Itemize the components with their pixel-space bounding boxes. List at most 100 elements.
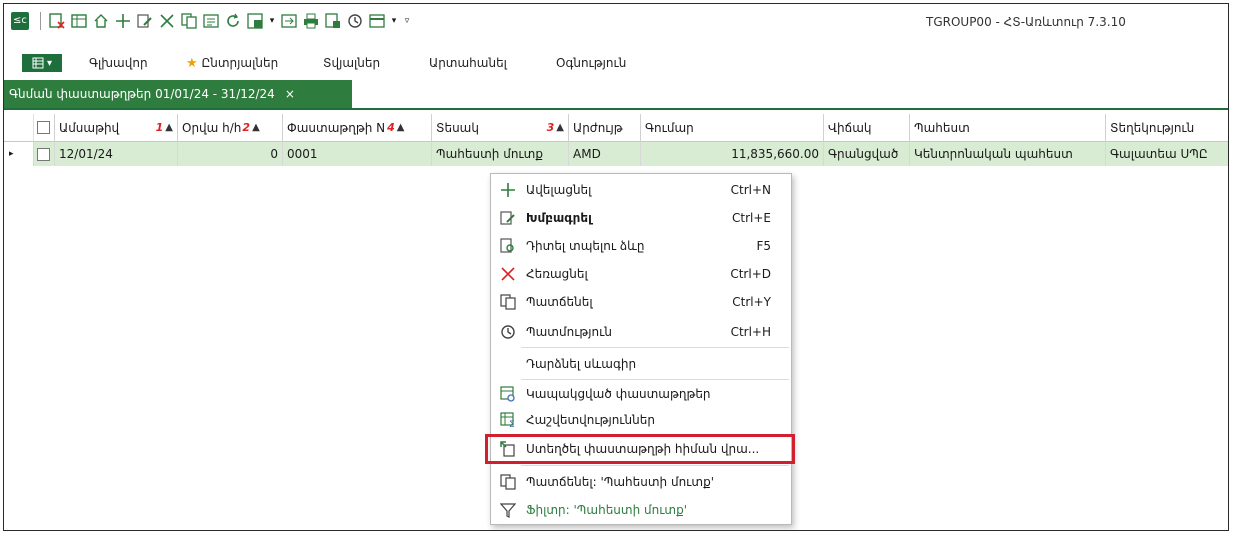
add-icon[interactable] — [113, 10, 133, 32]
window-title: TGROUP00 - ՀՏ-Առևտուր 7.3.10 — [926, 15, 1126, 29]
menu-item-main[interactable]: Գլխավոր — [89, 56, 148, 70]
row-indicator-header — [4, 114, 34, 142]
column-header-document-number[interactable]: Փաստաթղթի N 4 ▲ — [283, 114, 432, 142]
column-header-amount[interactable]: Գումար — [641, 114, 824, 142]
menu-item-make-draft[interactable]: Դարձնել սևագիր — [491, 350, 791, 378]
cell-info[interactable]: Գալատեա ՍՊԸ — [1106, 142, 1228, 166]
export-icon[interactable] — [279, 10, 299, 32]
menu-item-shortcut: F5 — [756, 239, 771, 253]
menu-item-help[interactable]: Օգնություն — [556, 56, 626, 70]
menu-item-favorites[interactable]: ★ Ընտրյալներ — [186, 56, 278, 71]
row-indicator-icon: ▸ — [4, 142, 34, 166]
history-icon — [499, 323, 517, 341]
menu-item-label: Դիտել տպելու ձևը — [526, 239, 645, 253]
menu-item-delete[interactable]: Հեռացնել Ctrl+D — [491, 260, 791, 288]
column-header-label: Ամսաթիվ — [59, 120, 120, 135]
close-x-icon[interactable] — [157, 10, 177, 32]
menu-item-print-preview[interactable]: Դիտել տպելու ձևը F5 — [491, 232, 791, 260]
calculations-icon: Σ — [499, 411, 517, 429]
column-header-day-number[interactable]: Օրվա հ/հ 2 ▲ — [178, 114, 283, 142]
row-select-cell[interactable] — [34, 142, 55, 166]
sort-ascending-icon: ▲ — [396, 122, 405, 133]
view-list-icon[interactable] — [367, 10, 387, 32]
tab-close-icon[interactable]: × — [285, 87, 295, 101]
menu-item-label: Դարձնել սևագիր — [526, 357, 637, 371]
home-icon[interactable] — [91, 10, 111, 32]
menu-item-edit[interactable]: Խմբագրել Ctrl+E — [491, 204, 791, 232]
cell-document-number[interactable]: 0001 — [283, 142, 432, 166]
row-checkbox[interactable] — [37, 147, 50, 161]
sort-order-badge: 3 — [546, 121, 555, 134]
column-header-label: Պահեստ — [914, 120, 970, 135]
select-all-checkbox[interactable] — [37, 121, 50, 134]
menu-item-history[interactable]: Պատմություն Ctrl+H — [491, 318, 791, 346]
sort-ascending-icon: ▲ — [556, 122, 564, 133]
title-bar: ≤c ▾ ▾ ▿ TGROUP00 - ՀՏ-Առևտուր 7.3.10 — [4, 4, 1228, 48]
menu-item-label: Կապակցված փաստաթղթեր — [526, 387, 711, 401]
cell-day-number[interactable]: 0 — [178, 142, 283, 166]
menu-item-data[interactable]: Տվյալներ — [323, 56, 380, 70]
filter-icon — [499, 501, 517, 519]
column-header-label: Տեսակ — [436, 120, 479, 135]
tab-label: Գնման փաստաթղթեր 01/01/24 - 31/12/24 — [9, 87, 275, 101]
star-icon: ★ — [186, 56, 198, 71]
copy-icon[interactable] — [179, 10, 199, 32]
sort-order-badge: 4 — [387, 121, 395, 134]
column-header-label: Արժույթ — [573, 120, 623, 135]
excel-icon[interactable] — [245, 10, 265, 32]
menu-item-export[interactable]: Արտահանել — [429, 56, 507, 70]
menu-item-shortcut: Ctrl+H — [730, 325, 771, 339]
cell-warehouse[interactable]: Կենտրոնական պահեստ — [910, 142, 1106, 166]
menu-item-shortcut: Ctrl+E — [732, 211, 771, 225]
column-header-status[interactable]: Վիճակ — [824, 114, 910, 142]
menu-item-shortcut: Ctrl+N — [730, 183, 771, 197]
dropdown-icon[interactable]: ▾ — [267, 10, 277, 32]
tab-purchase-documents[interactable]: Գնման փաստաթղթեր 01/01/24 - 31/12/24 × — [4, 80, 352, 108]
table-icon[interactable] — [69, 10, 89, 32]
column-header-warehouse[interactable]: Պահեստ — [910, 114, 1106, 142]
app-window: ≤c ▾ ▾ ▿ TGROUP00 - ՀՏ-Առևտուր 7.3.10 ▾ … — [3, 3, 1229, 531]
delete-icon — [499, 265, 517, 283]
refresh-icon[interactable] — [223, 10, 243, 32]
app-logo-icon[interactable]: ≤c — [11, 12, 29, 30]
menu-item-label: Ավելացնել — [526, 183, 592, 197]
sort-order-badge: 1 — [155, 121, 164, 134]
sort-ascending-icon: ▲ — [252, 122, 260, 133]
cell-status[interactable]: Գրանցված — [824, 142, 910, 166]
context-menu: Ավելացնել Ctrl+N Խմբագրել Ctrl+E Դիտել տ… — [490, 173, 792, 525]
copy-icon — [499, 293, 517, 311]
column-header-currency[interactable]: Արժույթ — [569, 114, 641, 142]
report-icon[interactable] — [201, 10, 221, 32]
preview-icon[interactable] — [323, 10, 343, 32]
cell-amount[interactable]: 11,835,660.00 — [641, 142, 824, 166]
cell-currency[interactable]: AMD — [569, 142, 641, 166]
sort-ascending-icon: ▲ — [165, 122, 173, 133]
column-header-type[interactable]: Տեսակ 3 ▲ — [432, 114, 569, 142]
column-header-label: Օրվա հ/հ — [182, 120, 242, 135]
select-all-header[interactable] — [34, 114, 55, 142]
column-header-date[interactable]: Ամսաթիվ 1 ▲ — [55, 114, 178, 142]
copy-value-icon — [499, 473, 517, 491]
menu-icon — [32, 57, 44, 69]
customize-toolbar-icon[interactable]: ▿ — [401, 10, 413, 32]
menu-separator — [521, 347, 789, 348]
history-icon[interactable] — [345, 10, 365, 32]
quick-access-toolbar: ▾ ▾ ▿ — [36, 10, 413, 32]
main-menu-button[interactable]: ▾ — [22, 54, 62, 72]
menu-item-add[interactable]: Ավելացնել Ctrl+N — [491, 176, 791, 204]
column-header-info[interactable]: Տեղեկություն — [1106, 114, 1228, 142]
menu-item-filter[interactable]: Ֆիլտր: 'Պահեստի մուտք' — [491, 496, 791, 524]
cell-date[interactable]: 12/01/24 — [55, 142, 178, 166]
menu-item-copy-value[interactable]: Պատճենել: 'Պահեստի մուտք' — [491, 468, 791, 496]
menu-item-linked-documents[interactable]: Կապակցված փաստաթղթեր — [491, 380, 791, 408]
menu-item-copy[interactable]: Պատճենել Ctrl+Y — [491, 288, 791, 316]
cell-type[interactable]: Պահեստի մուտք — [432, 142, 569, 166]
column-header-label: Փաստաթղթի N — [287, 120, 386, 135]
highlight-box — [485, 434, 795, 464]
delete-doc-icon[interactable] — [47, 10, 67, 32]
print-icon[interactable] — [301, 10, 321, 32]
sort-order-badge: 2 — [242, 121, 251, 134]
dropdown-icon[interactable]: ▾ — [389, 10, 399, 32]
menu-item-calculations[interactable]: Σ Հաշվետվություններ — [491, 406, 791, 434]
edit-icon[interactable] — [135, 10, 155, 32]
